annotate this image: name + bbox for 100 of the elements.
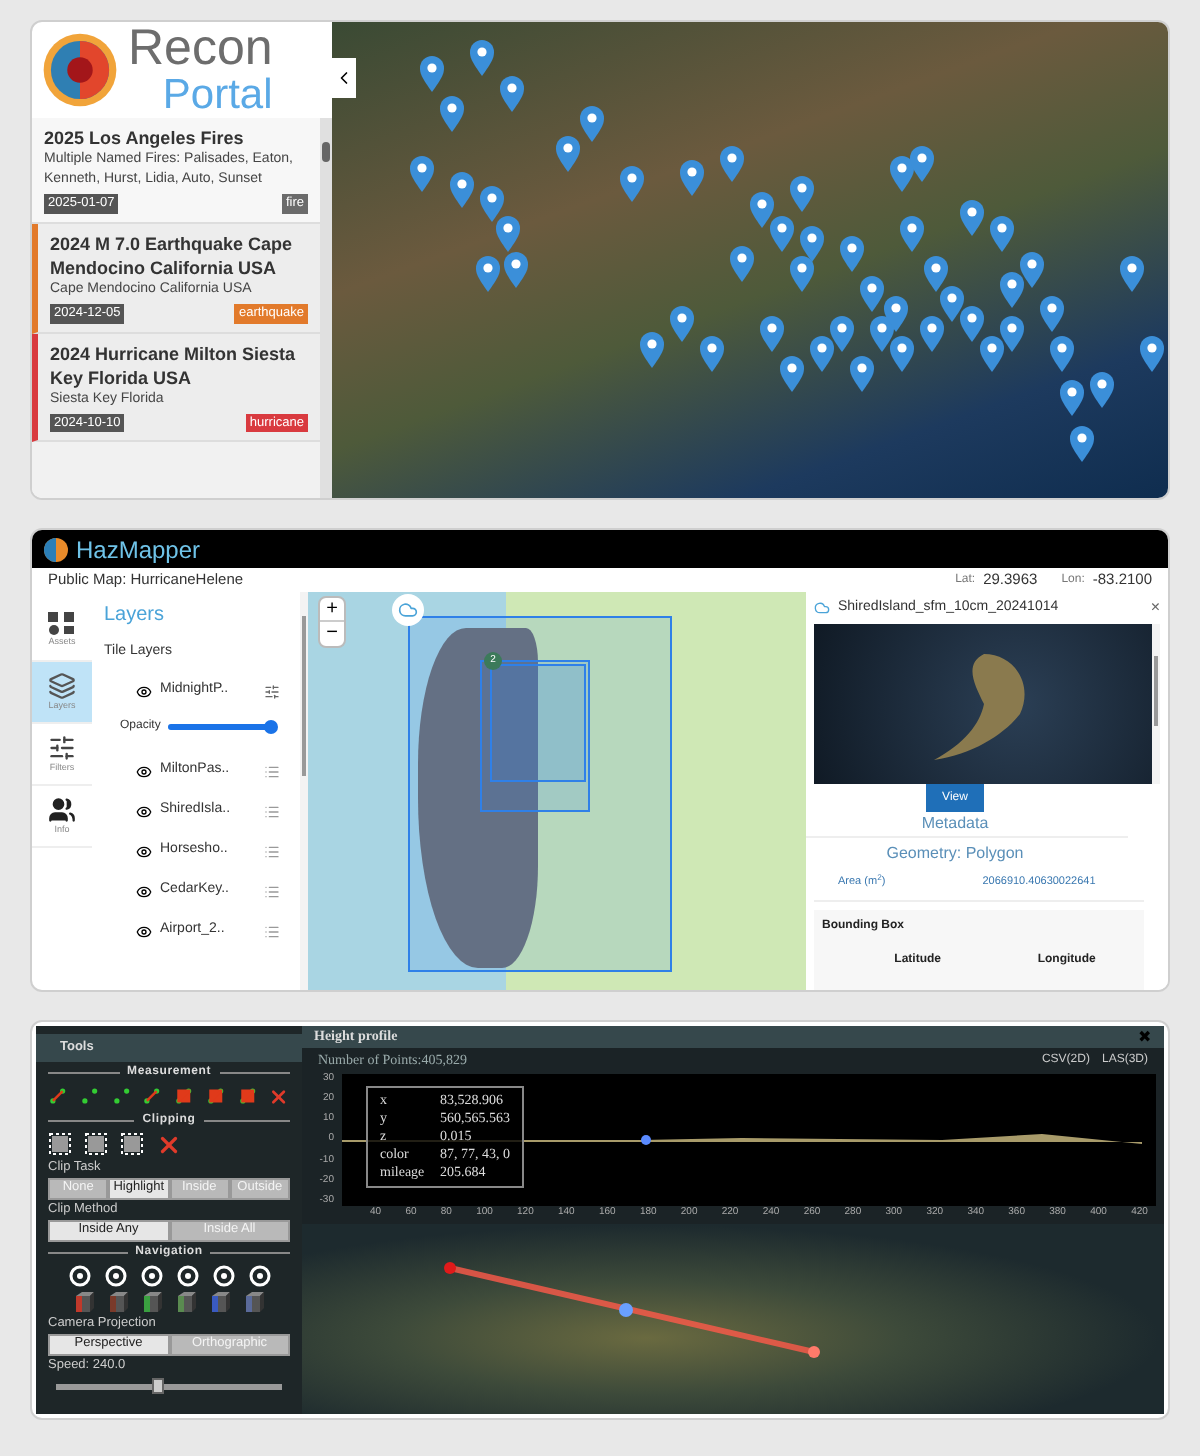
map-pin-icon bbox=[770, 216, 794, 252]
eye-icon[interactable] bbox=[136, 803, 152, 819]
map-pin-icon bbox=[810, 336, 834, 372]
map-pin-icon bbox=[830, 316, 854, 352]
map-pin-icon bbox=[790, 176, 814, 212]
map-pin-icon bbox=[840, 236, 864, 272]
list-icon[interactable] bbox=[264, 923, 280, 939]
view-cube-icon[interactable] bbox=[107, 1289, 129, 1314]
users-icon bbox=[48, 795, 76, 824]
list-icon[interactable] bbox=[264, 843, 280, 859]
map-pin-icon bbox=[920, 316, 944, 352]
delete-icon[interactable] bbox=[156, 1131, 182, 1158]
zoom-in-button[interactable]: + bbox=[320, 598, 344, 622]
map-pin-icon bbox=[476, 256, 500, 292]
map-pin-icon bbox=[890, 336, 914, 372]
speed-slider[interactable] bbox=[56, 1383, 282, 1390]
map-pin-icon bbox=[556, 136, 580, 172]
map-pin-icon bbox=[496, 216, 520, 252]
cloud-marker-icon[interactable] bbox=[392, 594, 424, 626]
map-pin-icon bbox=[440, 96, 464, 132]
view-cube-icon[interactable] bbox=[243, 1289, 265, 1314]
close-button[interactable]: × bbox=[1150, 596, 1160, 620]
metadata-heading: Metadata bbox=[921, 812, 989, 836]
eye-icon[interactable] bbox=[136, 923, 152, 939]
map-pin-icon bbox=[940, 286, 964, 322]
clip-box-icon[interactable] bbox=[48, 1131, 72, 1156]
map-pin-icon bbox=[860, 276, 884, 312]
map-pin-icon bbox=[960, 306, 984, 342]
map-pin-icon bbox=[500, 76, 524, 112]
eye-icon[interactable] bbox=[136, 883, 152, 899]
map-pin-icon bbox=[1090, 372, 1114, 408]
map-pin-icon bbox=[1040, 296, 1064, 332]
app-title: HazMapper bbox=[76, 533, 201, 567]
layers-icon bbox=[48, 671, 76, 700]
map-pin-icon bbox=[800, 226, 824, 262]
list-icon[interactable] bbox=[264, 763, 280, 779]
clip-box-icon[interactable] bbox=[84, 1131, 108, 1156]
navigation-tool-icon[interactable] bbox=[103, 1263, 127, 1288]
eye-icon[interactable] bbox=[136, 683, 152, 699]
logo-title: Recon bbox=[128, 24, 273, 74]
measure-tool-icon[interactable] bbox=[48, 1083, 68, 1108]
map-pin-icon bbox=[420, 56, 444, 92]
measure-tool-icon[interactable] bbox=[174, 1083, 194, 1108]
map-pin-icon bbox=[850, 356, 874, 392]
opacity-slider[interactable] bbox=[168, 724, 273, 730]
map-pin-icon bbox=[924, 256, 948, 292]
event-title: 2025 Los Angeles Fires bbox=[44, 126, 246, 150]
assets-icon bbox=[48, 611, 76, 636]
map-pin-icon bbox=[980, 336, 1004, 372]
map-pin-icon bbox=[730, 246, 754, 282]
globe-logo-icon bbox=[40, 30, 120, 110]
map-pin-icon bbox=[910, 146, 934, 182]
measure-tool-icon[interactable] bbox=[79, 1083, 100, 1108]
map-pin-icon bbox=[990, 216, 1014, 252]
clip-box-icon[interactable] bbox=[120, 1131, 144, 1156]
map-pin-icon bbox=[680, 160, 704, 196]
measure-tool-icon[interactable] bbox=[142, 1083, 163, 1108]
filters-icon bbox=[48, 733, 76, 762]
view-cube-icon[interactable] bbox=[209, 1289, 231, 1314]
map-pin-icon bbox=[1000, 316, 1024, 352]
list-icon[interactable] bbox=[264, 803, 280, 819]
map-pin-icon bbox=[900, 216, 924, 252]
navigation-tool-icon[interactable] bbox=[139, 1263, 163, 1288]
map-pin-icon bbox=[1060, 380, 1084, 416]
event-title: 2024 M 7.0 Earthquake Cape Mendocino California USA bbox=[50, 231, 295, 280]
map-pin-icon bbox=[750, 192, 774, 228]
map-pin-icon bbox=[720, 146, 744, 182]
eye-icon[interactable] bbox=[136, 843, 152, 859]
map-pin-icon bbox=[1070, 426, 1094, 462]
map-pin-icon bbox=[640, 332, 664, 368]
navigation-tool-icon[interactable] bbox=[67, 1263, 91, 1288]
list-icon[interactable] bbox=[264, 883, 280, 899]
measure-tool-icon[interactable] bbox=[237, 1083, 257, 1108]
view-cube-icon[interactable] bbox=[73, 1289, 95, 1314]
map-pin-icon bbox=[504, 252, 528, 288]
eye-icon[interactable] bbox=[136, 763, 152, 779]
panel-title: Layers bbox=[104, 602, 167, 630]
map-pin-icon bbox=[1050, 336, 1074, 372]
map-pin-icon bbox=[884, 296, 908, 332]
measure-tool-icon[interactable] bbox=[205, 1083, 226, 1108]
map-pin-icon bbox=[580, 106, 604, 142]
view-cube-icon[interactable] bbox=[141, 1289, 163, 1314]
navigation-tool-icon[interactable] bbox=[211, 1263, 235, 1288]
logo-subtitle: Portal bbox=[162, 74, 273, 116]
sliders-icon[interactable] bbox=[264, 683, 280, 699]
map-pin-icon bbox=[1020, 252, 1044, 288]
view-cube-icon[interactable] bbox=[175, 1289, 197, 1314]
navigation-tool-icon[interactable] bbox=[247, 1263, 271, 1288]
map-pin-icon bbox=[470, 40, 494, 76]
map-pin-icon bbox=[790, 256, 814, 292]
measure-tool-icon[interactable] bbox=[111, 1083, 131, 1108]
map-pin-icon bbox=[960, 200, 984, 236]
map-pin-icon bbox=[700, 336, 724, 372]
collapse-button[interactable] bbox=[332, 58, 356, 98]
map-pin-icon bbox=[410, 156, 434, 192]
cloud-icon bbox=[814, 600, 830, 616]
navigation-tool-icon[interactable] bbox=[175, 1263, 199, 1288]
map-pin-icon bbox=[620, 166, 644, 202]
zoom-out-button[interactable]: − bbox=[320, 622, 344, 646]
map-pin-icon bbox=[780, 356, 804, 392]
